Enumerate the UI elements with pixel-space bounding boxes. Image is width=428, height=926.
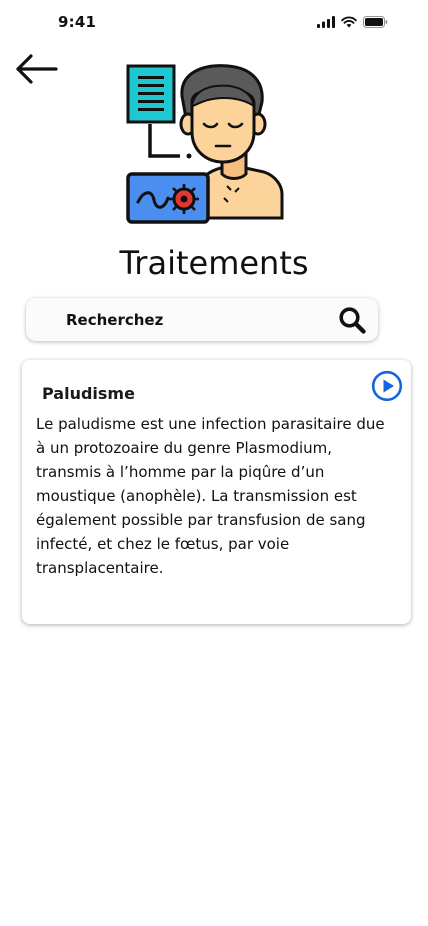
status-icons	[317, 15, 388, 29]
search-input[interactable]	[66, 298, 326, 341]
card-title: Paludisme	[42, 384, 135, 403]
treatment-card[interactable]: Paludisme Le paludisme est une infection…	[22, 360, 411, 624]
signal-icon	[317, 16, 335, 28]
search-box[interactable]	[26, 298, 378, 341]
battery-icon	[363, 16, 388, 28]
arrow-left-icon	[16, 54, 58, 84]
wifi-icon	[341, 16, 357, 28]
status-time: 9:41	[58, 13, 97, 31]
page-title: Traitements	[119, 244, 309, 282]
back-button[interactable]	[14, 52, 62, 88]
patient-diagnosis-illustration	[126, 64, 284, 224]
play-circle-icon[interactable]	[371, 370, 403, 402]
treatments-screen: 9:41 Traitements Recherchez Paludisme Le…	[0, 0, 428, 926]
status-bar: 9:41	[0, 0, 428, 44]
search-icon[interactable]	[338, 306, 366, 334]
card-description: Le paludisme est une infection parasitai…	[36, 415, 385, 577]
